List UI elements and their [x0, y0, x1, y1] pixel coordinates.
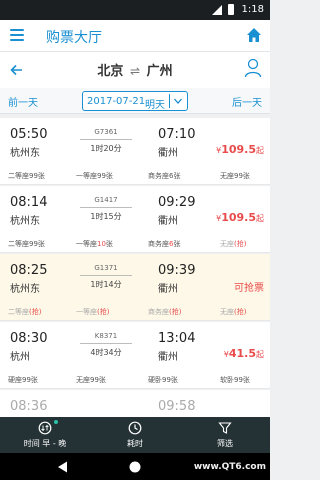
- tab-sort-time[interactable]: 时间 早 - 晚: [0, 417, 90, 453]
- tab-label: 时间 早 - 晚: [23, 439, 67, 448]
- depart-station: 杭州东: [10, 216, 40, 227]
- arrive-time: 09:58: [158, 399, 196, 414]
- filter-tab-bar: 时间 早 - 晚 耗时 筛选: [0, 417, 270, 453]
- seat-availability: 一等座10张: [76, 240, 113, 248]
- train-card[interactable]: 05:50 杭州东 G7361 1时20分 07:10 衢州 ¥109.5起 二…: [0, 118, 270, 185]
- tab-filter[interactable]: 筛选: [180, 417, 270, 453]
- train-card[interactable]: 08:14 杭州东 G1417 1时15分 09:29 衢州 ¥109.5起 二…: [0, 186, 270, 253]
- train-card-partial[interactable]: 08:36 09:58: [0, 390, 270, 418]
- home-icon[interactable]: [246, 27, 262, 43]
- weekday-label: 明天: [145, 100, 165, 111]
- arrive-time: 09:39: [158, 263, 196, 278]
- system-nav-bar: www.QT6.com: [0, 453, 270, 480]
- depart-time: 08:30: [10, 331, 48, 346]
- route-bar: 北京 ⇌ 广州: [0, 52, 270, 88]
- depart-time: 08:36: [10, 399, 48, 414]
- date-bar: 前一天 2017-07-21 明天 后一天: [0, 88, 270, 114]
- prev-day-button[interactable]: 前一天: [8, 94, 38, 109]
- tab-label: 耗时: [127, 439, 143, 448]
- active-dot: [54, 420, 58, 424]
- seat-availability: 无座(抢): [220, 308, 247, 316]
- route-line: [80, 139, 132, 140]
- grab-ticket-label: 可抢票: [234, 283, 264, 294]
- route-cities[interactable]: 北京 ⇌ 广州: [0, 60, 270, 79]
- seat-availability: 二等座99张: [8, 240, 45, 248]
- from-city: 北京: [97, 64, 124, 79]
- seat-availability: 硬座99张: [8, 376, 38, 384]
- date-picker[interactable]: 2017-07-21 明天: [82, 91, 188, 111]
- watermark: www.QT6.com: [193, 462, 266, 472]
- train-list[interactable]: 05:50 杭州东 G7361 1时20分 07:10 衢州 ¥109.5起 二…: [0, 118, 270, 418]
- depart-time: 08:14: [10, 195, 48, 210]
- status-bar: 1:18: [0, 0, 270, 20]
- depart-station: 杭州东: [10, 148, 40, 159]
- depart-station: 杭州: [10, 352, 30, 363]
- clock-icon: [38, 421, 52, 435]
- duration: 1时20分: [90, 144, 122, 153]
- back-triangle-icon[interactable]: [56, 460, 70, 474]
- date-value: 2017-07-21: [87, 96, 146, 107]
- arrive-station: 衢州: [158, 352, 178, 363]
- seat-availability: 二等座(抢): [8, 308, 42, 316]
- train-number: G7361: [94, 128, 118, 136]
- seat-availability: 软卧99张: [220, 376, 250, 384]
- seat-availability: 硬卧99张: [148, 376, 178, 384]
- menu-icon[interactable]: [10, 29, 24, 41]
- price: ¥41.5起: [223, 347, 264, 360]
- arrive-time: 09:29: [158, 195, 196, 210]
- seat-availability: 无座(抢): [220, 240, 247, 248]
- battery-icon: [228, 4, 234, 15]
- swap-arrow-icon: ⇌: [129, 64, 141, 78]
- page-title: 购票大厅: [46, 30, 102, 46]
- app-header: 购票大厅: [0, 20, 270, 52]
- seat-availability: 二等座99张: [8, 172, 45, 180]
- seat-availability: 一等座(抢): [76, 308, 110, 316]
- duration: 1时15分: [90, 212, 122, 221]
- arrive-station: 衢州: [158, 216, 178, 227]
- route-line: [80, 207, 132, 208]
- seat-availability: 商务座6张: [148, 240, 181, 248]
- timer-icon: [128, 421, 142, 435]
- user-icon[interactable]: [244, 58, 262, 78]
- filter-icon: [218, 422, 232, 434]
- depart-station: 杭州东: [10, 284, 40, 295]
- chevron-down-icon: [174, 98, 182, 104]
- route-line: [80, 343, 132, 344]
- tab-duration[interactable]: 耗时: [90, 417, 180, 453]
- price: ¥109.5起: [216, 143, 264, 156]
- arrive-time: 13:04: [158, 331, 196, 346]
- seat-availability: 一等座99张: [76, 172, 113, 180]
- train-number: K8371: [94, 332, 118, 340]
- seat-availability: 商务座6张: [148, 172, 181, 180]
- to-city: 广州: [146, 64, 173, 79]
- seat-availability: 无座99张: [76, 376, 106, 384]
- arrive-station: 衢州: [158, 148, 178, 159]
- seat-availability: 商务座(抢): [148, 308, 182, 316]
- status-time: 1:18: [241, 4, 264, 15]
- train-card[interactable]: 08:30 杭州 K8371 4时34分 13:04 衢州 ¥41.5起 硬座9…: [0, 322, 270, 389]
- duration: 1时14分: [90, 280, 122, 289]
- train-number: G1417: [94, 196, 118, 204]
- depart-time: 08:25: [10, 263, 48, 278]
- train-card[interactable]: 08:25 杭州东 G1371 1时14分 09:39 衢州 可抢票 二等座(抢…: [0, 254, 270, 321]
- next-day-button[interactable]: 后一天: [232, 94, 262, 109]
- signal-icon: [212, 5, 222, 15]
- arrive-station: 衢州: [158, 284, 178, 295]
- tab-label: 筛选: [217, 439, 233, 448]
- train-number: G1371: [94, 264, 118, 272]
- price: ¥109.5起: [216, 211, 264, 224]
- home-circle-icon[interactable]: [128, 460, 142, 474]
- seat-availability: 无座99张: [220, 172, 250, 180]
- route-line: [80, 275, 132, 276]
- depart-time: 05:50: [10, 127, 48, 142]
- divider: [169, 94, 170, 108]
- duration: 4时34分: [90, 348, 122, 357]
- arrive-time: 07:10: [158, 127, 196, 142]
